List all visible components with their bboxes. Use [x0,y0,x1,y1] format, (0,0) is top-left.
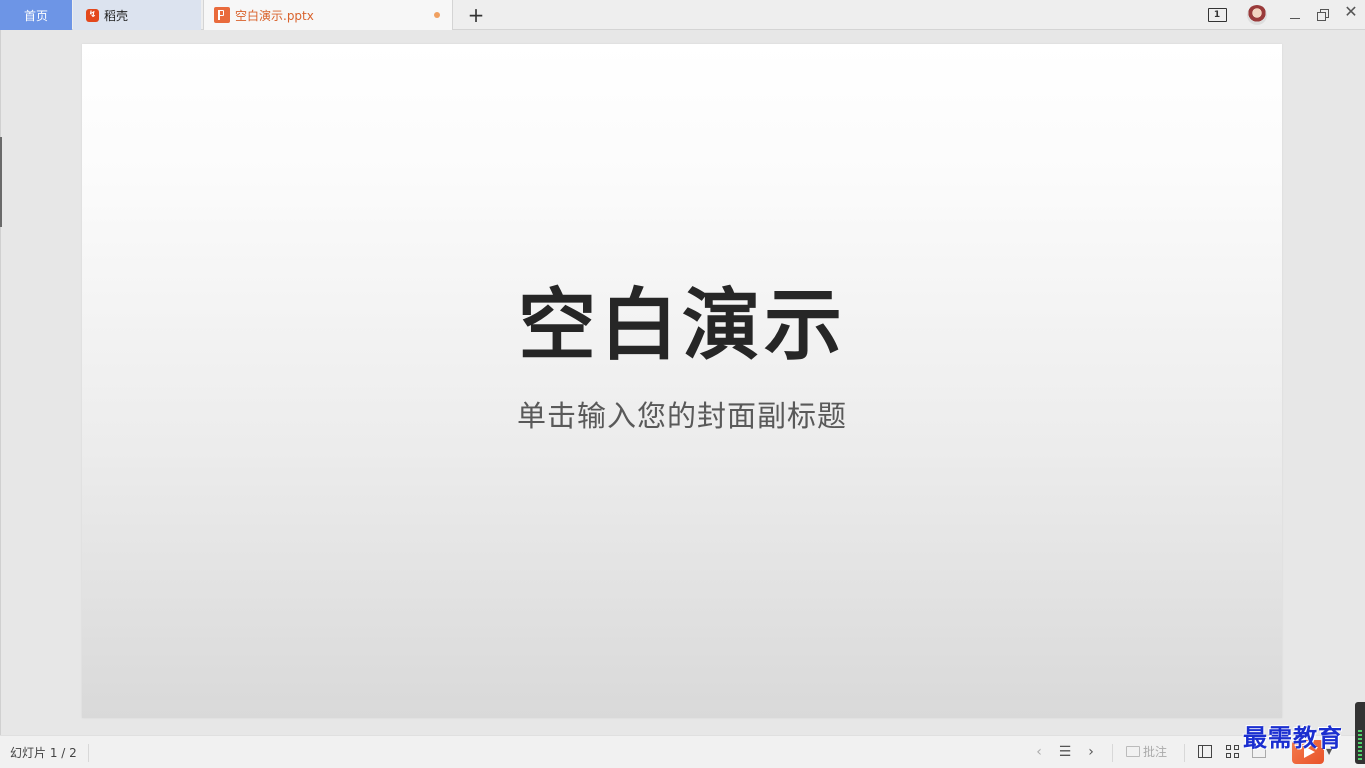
comment-button[interactable]: 批注 [1126,743,1167,760]
daoke-logo-icon: ↯ [86,8,99,22]
divider [88,744,89,762]
plus-icon[interactable]: + [466,4,486,26]
slide-counter: 幻灯片 1 / 2 [10,746,77,760]
chevron-right-icon[interactable]: › [1080,741,1102,763]
tab-daoke[interactable]: ↯ 稻壳 [73,0,201,30]
presentation-file-icon [214,7,230,23]
left-panel-edge [0,30,1,735]
watermark-logo: 最需教育 [1243,723,1343,752]
slide-subtitle[interactable]: 单击输入您的封面副标题 [82,402,1282,431]
volume-meter [1355,702,1365,764]
minimize-icon [1290,17,1300,19]
unsaved-indicator-icon [434,12,440,18]
window-count-icon: 1 [1207,8,1227,22]
tab-home-label: 首页 [23,8,48,23]
divider [1184,744,1185,762]
left-panel-toggle[interactable] [0,137,2,227]
divider [1112,744,1113,762]
close-icon: ✕ [1344,2,1358,21]
chevron-left-icon[interactable]: ‹ [1028,741,1050,763]
normal-view-icon[interactable] [1198,745,1212,758]
comment-label: 批注 [1143,745,1168,759]
close-button[interactable]: ✕ [1339,0,1363,24]
tab-home[interactable]: 首页 [0,0,72,30]
restore-icon [1317,9,1329,21]
restore-button[interactable] [1311,0,1335,24]
slide-title[interactable]: 空白演示 [82,287,1282,365]
minimize-button[interactable] [1283,0,1307,24]
window-count-button[interactable]: 1 [1204,0,1230,30]
comment-icon [1126,746,1140,757]
list-icon[interactable]: ☰ [1054,741,1076,763]
user-avatar [1247,5,1267,25]
tab-daoke-label: 稻壳 [104,8,129,23]
slide-canvas[interactable]: 空白演示 单击输入您的封面副标题 [82,44,1282,718]
status-bar: 幻灯片 1 / 2 ‹ ☰ › 批注 [0,735,1365,768]
tab-document-label: 空白演示.pptx [235,8,314,23]
title-bar: 首页 ↯ 稻壳 空白演示.pptx + 1 ✕ [0,0,1365,30]
tab-document[interactable]: 空白演示.pptx [203,0,453,30]
grid-view-icon[interactable] [1226,745,1240,759]
user-avatar-button[interactable] [1246,0,1268,30]
